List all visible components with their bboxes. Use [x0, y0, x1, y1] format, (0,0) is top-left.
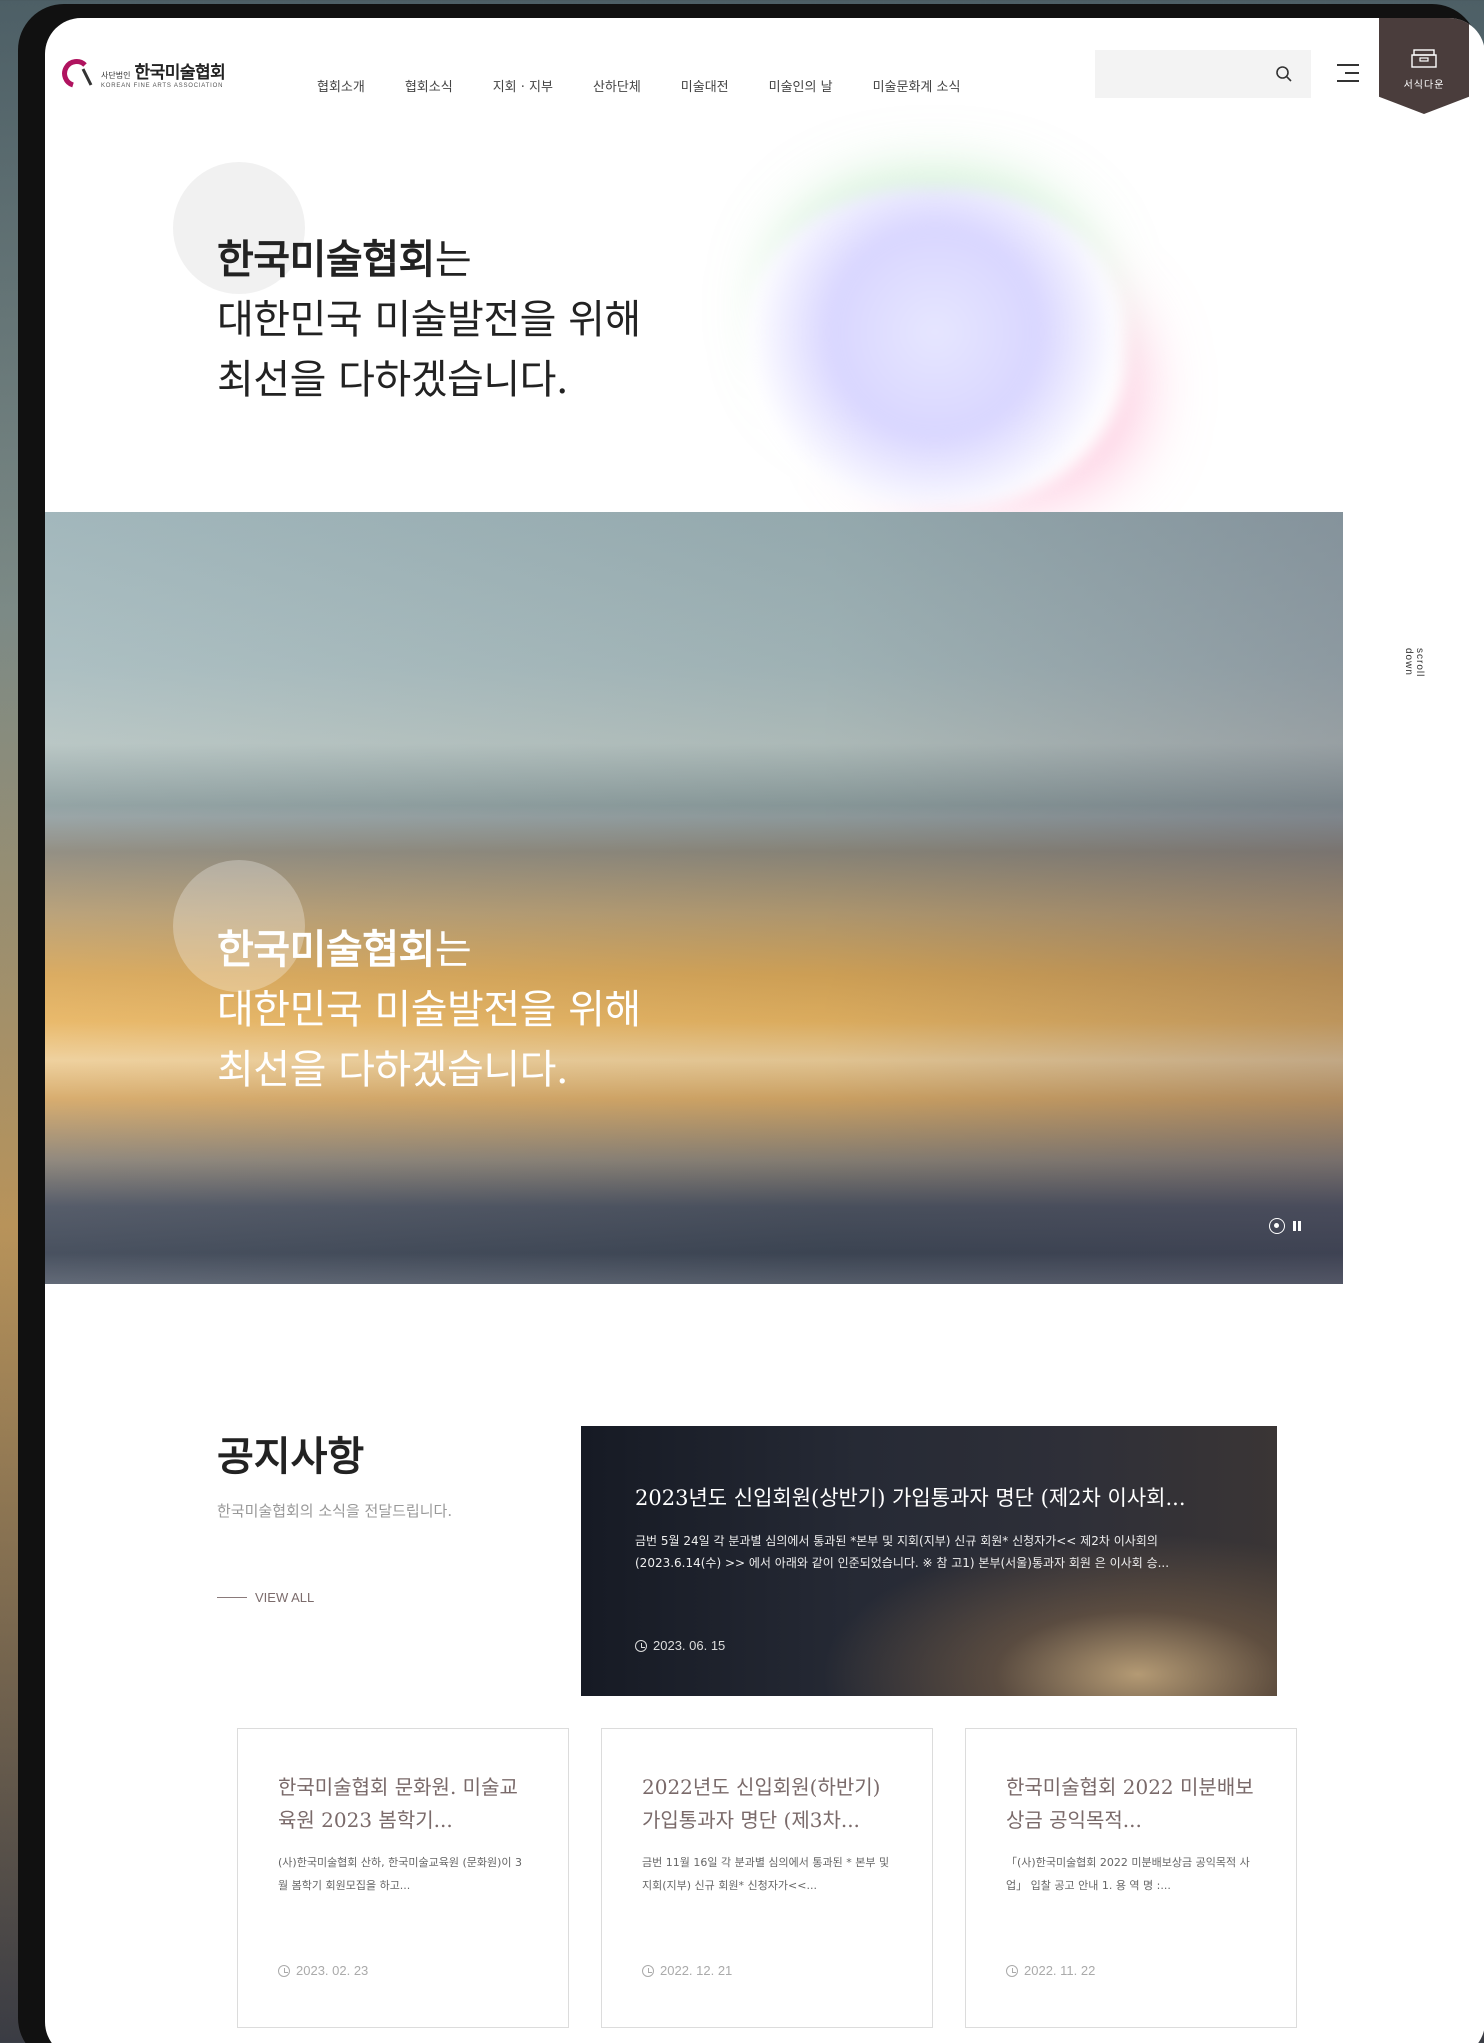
- notice-card-body: 「(사)한국미술협회 2022 미분배보상금 공익목적 사업」 입찰 공고 안내…: [1006, 1856, 1250, 1892]
- view-all-label: VIEW ALL: [255, 1590, 315, 1605]
- notice-card-date-text: 2022. 12. 21: [660, 1963, 733, 1978]
- hero-headline-suffix: 는: [434, 237, 472, 283]
- logo-title: 한국미술협회: [134, 63, 226, 83]
- notice-card-date-text: 2022. 11. 22: [1024, 1963, 1096, 1978]
- view-all-link[interactable]: VIEW ALL: [217, 1590, 314, 1605]
- notice-card-date: 2022. 12. 21: [642, 1963, 732, 1978]
- slider-controls: [1269, 1218, 1301, 1234]
- device-frame: 사단법인 한국미술협회 KOREAN FINE ARTS ASSOCIATION…: [18, 4, 1484, 2043]
- hero-slide-headline: 한국미술협회는 대한민국 미술발전을 위해 최선을 다하겠습니다.: [217, 920, 641, 1100]
- download-label: 서식다운: [1403, 80, 1445, 91]
- hamburger-menu-icon[interactable]: [1337, 64, 1359, 84]
- archive-box-icon: [1411, 49, 1437, 68]
- clock-icon: [642, 1964, 654, 1977]
- nav-item-artists-day[interactable]: 미술인의 날: [769, 76, 833, 95]
- nav-item-news[interactable]: 협회소식: [405, 76, 453, 95]
- featured-notice-date-text: 2023. 06. 15: [653, 1638, 726, 1653]
- featured-notice-title: 2023년도 신입회원(상반기) 가입통과자 명단 (제2차 이사회...: [635, 1486, 1186, 1510]
- notice-card-body: 금번 11월 16일 각 분과별 심의에서 통과된 * 본부 및 지회(지부) …: [642, 1856, 890, 1892]
- notice-card-date: 2022. 11. 22: [1006, 1963, 1095, 1978]
- hero-headline-bold: 한국미술협회: [217, 236, 435, 283]
- nav-item-culture-news[interactable]: 미술문화계 소식: [873, 76, 961, 95]
- notice-card-date-text: 2023. 02. 23: [296, 1963, 369, 1978]
- notice-card-body: (사)한국미술협회 산하, 한국미술교육원 (문화원)이 3 월 봄학기 회원모…: [278, 1856, 523, 1892]
- hero-headline-line3: 최선을 다하겠습니다.: [217, 357, 569, 403]
- slider-indicator-icon[interactable]: [1269, 1218, 1285, 1234]
- notice-card[interactable]: 2022년도 신입회원(하반기) 가입통과자 명단 (제3차... 금번 11월…: [601, 1728, 933, 2028]
- screen: 사단법인 한국미술협회 KOREAN FINE ARTS ASSOCIATION…: [45, 18, 1484, 2043]
- view-all-line: [217, 1597, 247, 1598]
- notice-card-title: 한국미술협회 문화원. 미술교육원 2023 봄학기...: [278, 1775, 518, 1832]
- search-icon[interactable]: [1275, 65, 1293, 83]
- notice-card-title: 2022년도 신입회원(하반기) 가입통과자 명단 (제3차...: [642, 1775, 881, 1832]
- scroll-down-label[interactable]: scroll down: [1403, 648, 1425, 708]
- clock-icon: [278, 1964, 290, 1977]
- search-box: [1095, 50, 1311, 98]
- notice-card[interactable]: 한국미술협회 문화원. 미술교육원 2023 봄학기... (사)한국미술협회 …: [237, 1728, 569, 2028]
- clock-icon: [635, 1639, 647, 1652]
- main-nav: 협회소개 협회소식 지회 · 지부 산하단체 미술대전 미술인의 날 미술문화계…: [317, 76, 1000, 95]
- logo-mark-icon: [61, 58, 95, 89]
- hero-slide-headline-line2: 대한민국 미술발전을 위해: [217, 987, 641, 1033]
- featured-notice-card[interactable]: 2023년도 신입회원(상반기) 가입통과자 명단 (제2차 이사회... 금번…: [581, 1426, 1277, 1696]
- notice-card-title: 한국미술협회 2022 미분배보상금 공익목적...: [1006, 1775, 1254, 1832]
- nav-item-affiliates[interactable]: 산하단체: [593, 76, 641, 95]
- nav-item-about[interactable]: 협회소개: [317, 76, 365, 95]
- hero-headline-line2: 대한민국 미술발전을 위해: [217, 297, 641, 343]
- hero-slide-headline-bold: 한국미술협회: [217, 926, 435, 973]
- hero-glow-art: [745, 188, 1125, 508]
- logo-english: KOREAN FINE ARTS ASSOCIATION: [101, 83, 224, 89]
- logo-subtitle: 사단법인: [101, 71, 131, 80]
- notice-card-date: 2023. 02. 23: [278, 1963, 368, 1978]
- nav-item-branches[interactable]: 지회 · 지부: [493, 76, 553, 95]
- clock-icon: [1006, 1964, 1018, 1977]
- notice-section-subtitle: 한국미술협회의 소식을 전달드립니다.: [217, 1502, 453, 1520]
- hero-headline: 한국미술협회는 대한민국 미술발전을 위해 최선을 다하겠습니다.: [217, 230, 641, 410]
- site-logo[interactable]: 사단법인 한국미술협회 KOREAN FINE ARTS ASSOCIATION: [61, 58, 226, 89]
- pause-icon[interactable]: [1293, 1221, 1301, 1231]
- hero-slide-headline-line3: 최선을 다하겠습니다.: [217, 1047, 569, 1093]
- form-download-button[interactable]: 서식다운: [1379, 18, 1469, 114]
- featured-notice-date: 2023. 06. 15: [635, 1638, 725, 1653]
- featured-notice-body: 금번 5월 24일 각 분과별 심의에서 통과된 *본부 및 지회(지부) 신규…: [635, 1534, 1170, 1570]
- notice-card[interactable]: 한국미술협회 2022 미분배보상금 공익목적... 「(사)한국미술협회 20…: [965, 1728, 1297, 2028]
- search-input[interactable]: [1095, 50, 1265, 98]
- notice-section-title: 공지사항: [217, 1433, 365, 1480]
- hero-slide-headline-suffix: 는: [434, 927, 472, 973]
- nav-item-exhibition[interactable]: 미술대전: [681, 76, 729, 95]
